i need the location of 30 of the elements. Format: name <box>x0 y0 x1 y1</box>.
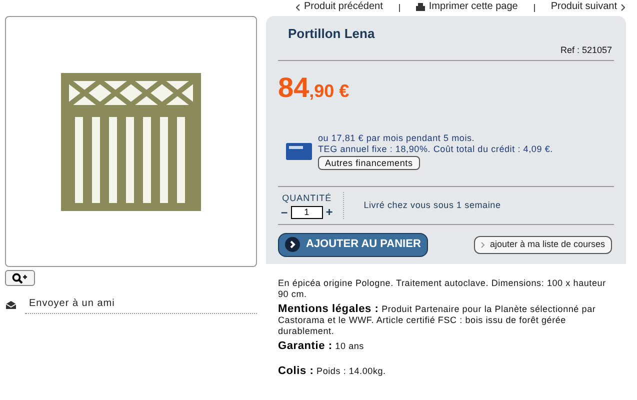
print-link[interactable]: Imprimer cette page <box>428 2 518 12</box>
increase-button[interactable]: + <box>326 206 333 218</box>
product-description: En épicéa origine Pologne. Traitement autoclave. Dimensions: 100 x hauteur 90 cm. <box>278 278 606 300</box>
delivery-text: Livré chez vous sous 1 semaine <box>364 198 501 212</box>
previous-product-link[interactable]: Produit précédent <box>304 2 383 12</box>
credit-card-icon <box>286 143 312 160</box>
add-to-list-button[interactable]: ajouter à ma liste de courses <box>474 236 612 254</box>
next-product-link[interactable]: Produit suivant <box>550 2 617 12</box>
chevron-right-icon <box>621 4 625 10</box>
chevron-left-icon <box>296 4 300 10</box>
credit-monthly-text: ou 17,81 € par mois pendant 5 mois. <box>318 133 476 144</box>
detail-text: Mentions légales : Produit Partenaire pour la Planète sélectionné par Castorama et le WWF. Article certifié FSC : bois issu de forêt gérée durablement. <box>278 304 597 337</box>
decrease-button[interactable]: – <box>281 206 288 218</box>
printer-icon <box>416 3 425 11</box>
chevron-icon <box>480 242 485 248</box>
quantity-field[interactable]: 1 <box>290 206 323 219</box>
chevron-icon <box>285 237 300 252</box>
zoom-button[interactable] <box>5 270 35 286</box>
add-to-cart-button[interactable]: AJOUTER AU PANIER <box>278 232 428 256</box>
credit-rate-text: TEG annuel fixe : 18,90%. Coût total du crédit : 4,09 €. <box>318 144 553 155</box>
detail-text: Colis : Poids : 14.00kg. <box>278 366 387 377</box>
product-title: Portillon Lena <box>287 25 376 43</box>
other-financing-button[interactable]: Autres financements <box>318 156 420 170</box>
zoom-in-icon <box>12 272 28 284</box>
send-to-friend-link[interactable]: Envoyer à un ami <box>25 296 257 314</box>
quantity-label: QUANTITÉ <box>282 192 332 206</box>
price: 84,90 € <box>278 71 350 105</box>
detail-text: Garantie : 10 ans <box>278 341 365 352</box>
product-reference: Ref : 521057 <box>559 44 613 56</box>
envelope-icon <box>5 300 17 310</box>
